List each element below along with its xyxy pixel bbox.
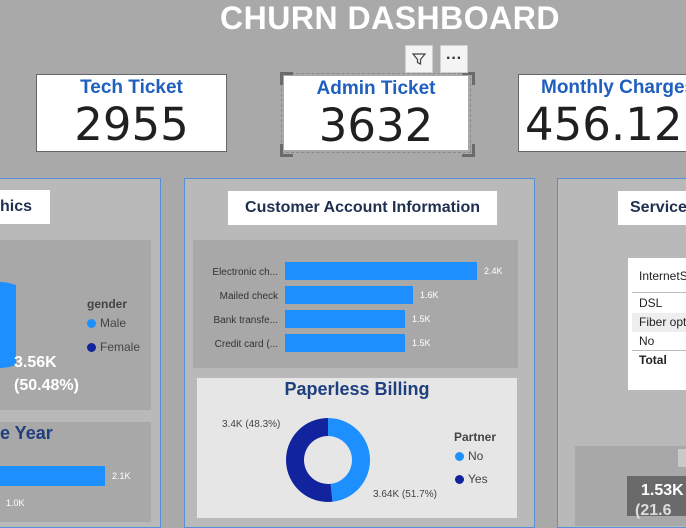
table-row[interactable]: No	[639, 334, 654, 348]
partner-legend-title: Partner	[454, 430, 497, 444]
bar-category-label: Credit card (...	[215, 339, 278, 350]
payment-method-svg: Electronic ch... 2.4K Mailed check 1.6K Bank…	[212, 262, 503, 352]
kpi-value: 2955	[74, 98, 189, 151]
payment-method-bar[interactable]	[285, 334, 405, 352]
legend-item-female[interactable]: Female	[87, 340, 140, 354]
donut-label-yes: 3.64K (51.7%)	[373, 489, 437, 500]
services-card-value: 1.53K	[641, 482, 684, 499]
table-header: InternetS	[639, 269, 686, 283]
resize-handle[interactable]	[280, 72, 293, 85]
kpi-card-tech-ticket[interactable]: Tech Ticket 2955	[36, 74, 227, 152]
resize-handle[interactable]	[462, 72, 475, 85]
services-card-sub: (21.6	[635, 502, 672, 519]
tenure-bar-value: 2.1K	[112, 471, 131, 481]
payment-method-chart: Electronic ch... 2.4K Mailed check 1.6K Bank…	[193, 240, 518, 368]
more-options-icon[interactable]: ···	[440, 45, 468, 73]
payment-method-bar[interactable]	[285, 286, 413, 304]
internet-service-table: InternetS DSL Fiber opt No Total	[628, 258, 686, 390]
services-data-card: 1.53K (21.6	[627, 476, 686, 519]
table-row[interactable]: DSL	[639, 296, 662, 310]
tenure-heading: e Year	[0, 423, 53, 443]
paperless-donut	[286, 418, 370, 502]
legend-label: Yes	[468, 472, 488, 486]
legend-item-yes[interactable]: Yes	[455, 472, 488, 486]
gender-data-label: 3.56K	[14, 354, 57, 371]
legend-item-no[interactable]: No	[455, 449, 483, 463]
legend-label: No	[468, 449, 484, 463]
bar-category-label: Electronic ch...	[212, 267, 278, 278]
kpi-label: Monthly Charges	[541, 77, 686, 98]
donut-slice-yes[interactable]	[286, 418, 333, 502]
legend-dot	[455, 451, 464, 461]
legend-dot	[87, 342, 96, 352]
kpi-value: 456.12K	[525, 98, 686, 151]
paperless-billing-title: Paperless Billing	[284, 379, 430, 399]
bar-category-label: Bank transfe...	[214, 315, 278, 326]
table-divider	[632, 292, 686, 293]
filter-icon-glyph	[411, 53, 427, 65]
services-heading: Service	[618, 191, 686, 225]
legend-dot	[87, 318, 96, 328]
payment-method-bar[interactable]	[285, 310, 405, 328]
kpi-label: Tech Ticket	[80, 77, 183, 98]
gender-legend-title: gender	[87, 297, 128, 311]
demographics-heading-text: hics	[0, 198, 33, 215]
legend-label: Male	[100, 316, 127, 330]
account-info-heading: Customer Account Information	[228, 191, 497, 225]
gender-data-label-pct: (50.48%)	[14, 377, 79, 394]
bar-value-label: 1.6K	[420, 290, 439, 300]
legend-label: Female	[100, 340, 141, 354]
bar-value-label: 1.5K	[412, 338, 431, 348]
donut-label-no: 3.4K (48.3%)	[222, 419, 281, 430]
donut-slice-no[interactable]	[328, 418, 370, 502]
kpi-card-monthly-charges[interactable]: Monthly Charges 456.12K	[518, 74, 686, 152]
table-total: Total	[639, 353, 667, 367]
legend-item-male[interactable]: Male	[87, 316, 126, 330]
tenure-axis-label: 1.0K	[6, 498, 25, 508]
resize-handle[interactable]	[462, 144, 475, 157]
resize-handle[interactable]	[280, 144, 293, 157]
services-card-title-partial	[678, 449, 686, 467]
tenure-bar[interactable]	[0, 466, 105, 486]
payment-method-bar[interactable]	[285, 262, 477, 280]
bar-category-label: Mailed check	[220, 291, 279, 302]
legend-dot	[455, 474, 464, 484]
demographics-heading: hics	[0, 190, 50, 224]
bar-value-label: 1.5K	[412, 314, 431, 324]
table-divider	[632, 350, 686, 351]
bar-value-label: 2.4K	[484, 266, 503, 276]
table-row[interactable]: Fiber opt	[639, 315, 686, 329]
dashboard-title: CHURN DASHBOARD	[220, 0, 560, 36]
visual-selection-frame[interactable]	[281, 73, 471, 153]
filter-icon[interactable]	[405, 45, 433, 73]
